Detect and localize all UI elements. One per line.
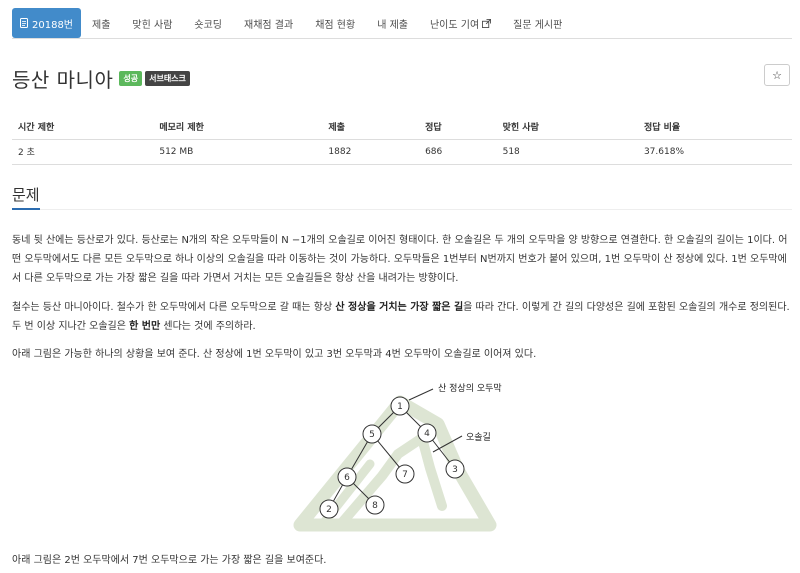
tab-label: 채점 현황: [315, 19, 356, 31]
star-icon: ☆: [772, 68, 782, 82]
problem-info-table: 시간 제한 메모리 제한 제출 정답 맞힌 사람 정답 비율 2 초 512 M…: [12, 114, 792, 165]
tab-label: 제출: [92, 19, 111, 31]
emphasis-text: 산 정상을 거치는 가장 짧은 길: [335, 302, 464, 313]
section-underline: [12, 208, 40, 210]
tab-label: 20188번: [32, 19, 74, 31]
tab-short-coding[interactable]: 숏코딩: [183, 8, 233, 38]
paragraph-text: 센다는 것에 주의하라.: [160, 321, 256, 332]
tab-label: 난이도 기여: [429, 19, 480, 31]
status-badge-subtask: 서브태스크: [145, 70, 190, 86]
value-ratio: 37.618%: [637, 139, 792, 165]
tab-difficulty-contribution[interactable]: 난이도 기여: [419, 8, 502, 38]
section-title: 문제: [12, 186, 40, 204]
problem-paragraph-4: 아래 그림은 2번 오두막에서 7번 오두막으로 가는 가장 짧은 길을 보여준…: [12, 555, 327, 566]
problem-nav: 20188번 제출 맞힌 사람 숏코딩 재채점 결과 채점 현황 내 제출 난이…: [12, 8, 792, 38]
table-header-row: 시간 제한 메모리 제한 제출 정답 맞힌 사람 정답 비율: [12, 114, 792, 140]
table-row: 2 초 512 MB 1882 686 518 37.618%: [12, 139, 792, 165]
value-memory-limit: 512 MB: [153, 139, 323, 165]
node-label: 5: [369, 430, 375, 440]
value-solvers: 518: [496, 139, 638, 165]
header-solvers: 맞힌 사람: [496, 114, 638, 140]
header-time-limit: 시간 제한: [12, 114, 154, 140]
external-link-icon: [482, 18, 492, 28]
tab-submit[interactable]: 제출: [81, 8, 121, 38]
problem-title-row: 등산 마니아 성공 서브태스크: [12, 64, 193, 92]
header-accepted: 정답: [419, 114, 497, 140]
tab-label: 재채점 결과: [244, 19, 294, 31]
node-label: 8: [372, 501, 378, 511]
peak-hut-label: 산 정상의 오두막: [438, 383, 502, 394]
header-submissions: 제출: [322, 114, 420, 140]
page-title: 등산 마니아: [12, 67, 114, 92]
paragraph-text: 철수는 등산 마니아이다. 철수가 한 오두막에서 다른 오두막으로 갈 때는 …: [12, 302, 336, 313]
tab-status[interactable]: 채점 현황: [304, 8, 366, 38]
nav-divider: [12, 38, 792, 39]
problem-paragraph-3: 아래 그림은 가능한 하나의 상황을 보여 준다. 산 정상에 1번 오두막이 …: [12, 349, 537, 360]
tab-label: 내 제출: [377, 19, 408, 31]
mountain-tree-figure: 1 5 4 6 7 3 2 8 산 정상의 오두막 오솔길: [293, 383, 502, 532]
value-accepted: 686: [419, 139, 497, 165]
favorite-star-button[interactable]: ☆: [764, 64, 790, 86]
status-badge-success: 성공: [119, 70, 143, 86]
tab-rejudge-results[interactable]: 재채점 결과: [233, 8, 304, 38]
tab-label: 맞힌 사람: [132, 19, 173, 31]
problem-paragraph-2: 철수는 등산 마니아이다. 철수가 한 오두막에서 다른 오두막으로 갈 때는 …: [12, 298, 790, 336]
trail-label: 오솔길: [466, 432, 491, 443]
node-label: 4: [424, 429, 430, 439]
value-time-limit: 2 초: [12, 139, 154, 165]
node-label: 7: [402, 470, 408, 480]
node-label: 6: [344, 473, 350, 483]
tab-solvers[interactable]: 맞힌 사람: [121, 8, 183, 38]
value-submissions: 1882: [322, 139, 420, 165]
emphasis-text: 한 번만: [129, 321, 161, 332]
tab-qna-board[interactable]: 질문 게시판: [502, 8, 573, 38]
document-icon: [20, 18, 28, 28]
node-label: 3: [452, 465, 458, 475]
header-memory-limit: 메모리 제한: [153, 114, 323, 140]
problem-paragraph-1: 동네 뒷 산에는 등산로가 있다. 등산로는 N개의 작은 오두막들이 N −1…: [12, 235, 788, 284]
node-label: 2: [326, 505, 332, 515]
node-label: 1: [397, 402, 403, 412]
header-ratio: 정답 비율: [637, 114, 792, 140]
tab-label: 숏코딩: [194, 19, 223, 31]
tab-label: 질문 게시판: [513, 19, 563, 31]
section-divider: [12, 209, 792, 210]
tab-my-submissions[interactable]: 내 제출: [366, 8, 419, 38]
tab-problem[interactable]: 20188번: [12, 8, 82, 38]
